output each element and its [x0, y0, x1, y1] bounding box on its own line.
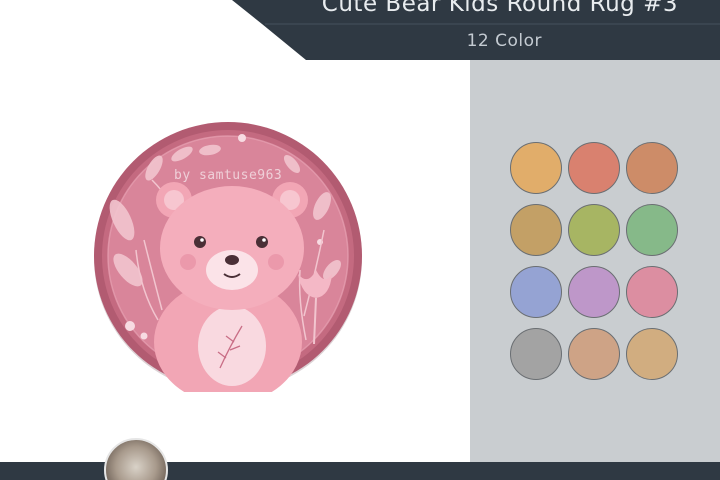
- color-swatch[interactable]: [626, 266, 678, 318]
- color-swatch[interactable]: [568, 204, 620, 256]
- color-count-label: 12 Color: [466, 31, 542, 51]
- color-swatch[interactable]: [626, 204, 678, 256]
- color-swatch[interactable]: [568, 266, 620, 318]
- color-swatch[interactable]: [510, 142, 562, 194]
- color-swatch[interactable]: [568, 328, 620, 380]
- color-swatch[interactable]: [510, 204, 562, 256]
- page-title: Cute Bear Kids Round Rug #3: [321, 0, 678, 17]
- color-swatch[interactable]: [510, 266, 562, 318]
- color-palette-panel: [470, 60, 720, 462]
- color-swatch[interactable]: [626, 142, 678, 194]
- watermark-text: by samtuse963: [174, 168, 283, 183]
- color-swatch[interactable]: [510, 328, 562, 380]
- rug-image[interactable]: [92, 120, 364, 392]
- color-swatch[interactable]: [568, 142, 620, 194]
- header-banner: Cute Bear Kids Round Rug #3 12 Color: [0, 0, 720, 60]
- color-swatch[interactable]: [626, 328, 678, 380]
